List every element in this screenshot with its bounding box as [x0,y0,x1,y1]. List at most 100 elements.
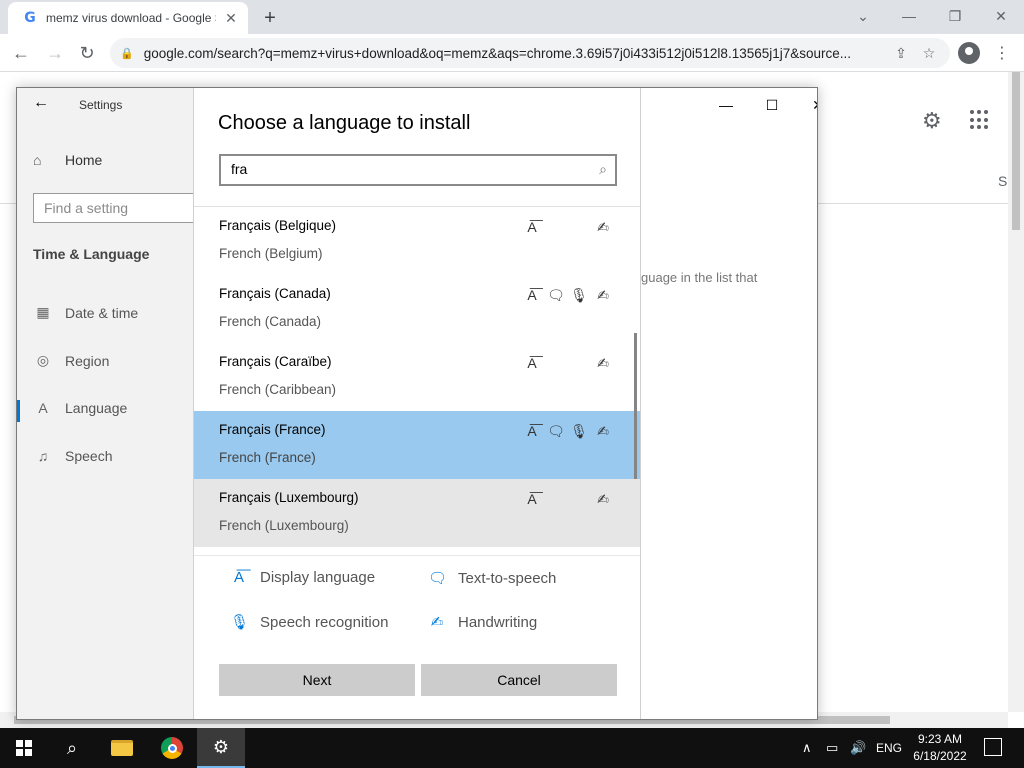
settings-content-area: — ☐ ✕ guage in the list that [641,88,817,719]
reload-icon[interactable]: ↻ [74,40,100,66]
share-icon[interactable]: ⇪ [890,45,912,62]
settings-taskbar-button[interactable]: ⚙ [197,728,245,768]
legend-divider [194,555,640,556]
sidebar-item-label: Speech [65,448,113,464]
legend-label: Text-to-speech [458,569,557,587]
language-english-name: French (Luxembourg) [219,518,349,533]
google-settings-gear-icon[interactable]: ⚙ [922,108,942,134]
taskbar-search-icon[interactable]: ⌕ [48,728,96,768]
sidebar-item-home[interactable]: ⌂ Home [33,152,102,168]
cancel-button[interactable]: Cancel [421,664,617,696]
speech-recognition-icon: 🎙 [230,614,250,631]
back-arrow-icon[interactable]: ← [8,40,34,66]
tray-overflow-icon[interactable]: ∧ [802,728,812,768]
language-english-name: French (France) [219,450,316,465]
input-language-indicator[interactable]: ENG [876,728,902,768]
settings-close-button[interactable]: ✕ [803,94,817,116]
settings-sidebar: ← Settings ⌂ Home Find a setting Time & … [17,88,203,719]
settings-partial-text: guage in the list that [641,270,758,285]
sidebar-item-label: Region [65,352,110,369]
new-tab-button[interactable]: + [258,6,282,30]
sidebar-item-region[interactable]: ◎ Region [33,352,109,369]
globe-icon: ◎ [36,352,50,368]
windows-logo-icon [16,740,32,756]
browser-menu-icon[interactable]: ⋮ [994,42,1010,64]
legend-display-language: A͞ Display language [230,569,375,586]
settings-gear-icon: ⚙ [212,736,230,757]
volume-icon[interactable]: 🔊 [850,728,866,768]
browser-close-button[interactable]: ✕ [978,4,1024,28]
tab-search-chevron-icon[interactable]: ⌄ [840,4,886,28]
folder-icon [111,740,133,756]
handwriting-icon: ✍ [597,423,609,439]
page-vertical-scrollbar[interactable] [1008,72,1024,712]
language-row-caraibe[interactable]: Français (Caraïbe) French (Caribbean) A͞… [194,343,640,411]
handwriting-icon: ✍ [597,491,609,507]
next-button[interactable]: Next [219,664,415,696]
legend-text-to-speech: 🗨 Text-to-speech [428,569,557,588]
language-native-name: Français (Belgique) [219,218,337,233]
address-bar[interactable]: 🔒 google.com/search?q=memz+virus+downloa… [110,38,950,68]
settings-maximize-button[interactable]: ☐ [757,94,787,116]
language-row-canada[interactable]: Français (Canada) French (Canada) A͞ 🗨 🎙… [194,275,640,343]
speech-recognition-icon: 🎙 [570,287,588,303]
language-list-scrollbar[interactable] [634,333,637,479]
language-native-name: Français (Luxembourg) [219,490,359,505]
chrome-taskbar-button[interactable] [148,728,196,768]
search-icon[interactable]: ⌕ [599,161,607,178]
speech-recognition-icon: 🎙 [570,423,588,439]
legend-label: Speech recognition [260,613,389,631]
text-to-speech-icon: 🗨 [547,287,565,303]
notification-center-icon[interactable] [984,738,1002,756]
clock-time: 9:23 AM [917,732,963,746]
language-row-luxembourg[interactable]: Français (Luxembourg) French (Luxembourg… [194,479,640,547]
chrome-icon [161,737,183,759]
display-language-icon: A͞ [527,491,537,507]
dialog-title: Choose a language to install [218,112,471,134]
language-icon: A [38,400,48,416]
sidebar-item-label: Date & time [65,304,139,321]
settings-window: ← Settings ⌂ Home Find a setting Time & … [16,87,818,720]
language-search-input[interactable]: fra ⌕ [219,154,617,186]
page-scroll-thumb[interactable] [1012,72,1020,230]
file-explorer-button[interactable] [98,728,146,768]
handwriting-icon: ✍ [597,219,609,235]
profile-avatar-icon[interactable] [958,42,980,64]
network-icon[interactable]: ▭ [826,728,838,768]
google-favicon-icon: G [24,10,36,26]
language-row-france[interactable]: Français (France) French (France) A͞ 🗨 🎙… [194,411,640,479]
find-setting-input[interactable]: Find a setting [33,193,203,223]
display-language-icon: A͞ [527,287,537,303]
google-apps-grid-icon[interactable] [970,110,990,130]
choose-language-dialog: Choose a language to install fra ⌕ Franç… [193,88,641,719]
sidebar-item-speech[interactable]: ♫ Speech [33,448,113,464]
sidebar-item-date-time[interactable]: ▦ Date & time [33,304,138,321]
home-icon: ⌂ [33,152,42,168]
language-english-name: French (Belgium) [219,246,323,261]
tab-close-icon[interactable]: ✕ [222,9,240,27]
forward-arrow-icon[interactable]: → [42,40,68,66]
display-language-icon: A͞ [527,355,537,371]
sidebar-item-language[interactable]: A Language [33,400,127,416]
start-button[interactable] [0,728,48,768]
language-english-name: French (Canada) [219,314,322,329]
settings-title: Settings [79,98,123,112]
browser-toolbar: ← → ↻ 🔒 google.com/search?q=memz+virus+d… [0,34,1024,72]
google-partial-tab-label[interactable]: S [998,173,1007,189]
sidebar-item-label: Language [65,400,128,416]
browser-restore-button[interactable]: ❐ [932,4,978,28]
language-list: Français (Belgique) French (Belgium) A͞ … [194,207,640,555]
tab-title: memz virus download - Google S [46,11,216,25]
browser-tab[interactable]: G memz virus download - Google S ✕ [8,2,248,34]
search-value: fra [231,161,248,177]
browser-minimize-button[interactable]: — [886,4,932,28]
settings-minimize-button[interactable]: — [711,94,741,116]
handwriting-icon: ✍ [430,614,444,631]
taskbar-clock[interactable]: 9:23 AM 6/18/2022 [906,731,974,765]
language-native-name: Français (Caraïbe) [219,354,332,369]
bookmark-star-icon[interactable]: ☆ [918,45,940,62]
text-to-speech-icon: 🗨 [428,570,448,587]
language-row-belgique[interactable]: Français (Belgique) French (Belgium) A͞ … [194,207,640,275]
settings-back-arrow-icon[interactable]: ← [33,94,49,112]
url-text[interactable]: google.com/search?q=memz+virus+download&… [144,46,884,61]
